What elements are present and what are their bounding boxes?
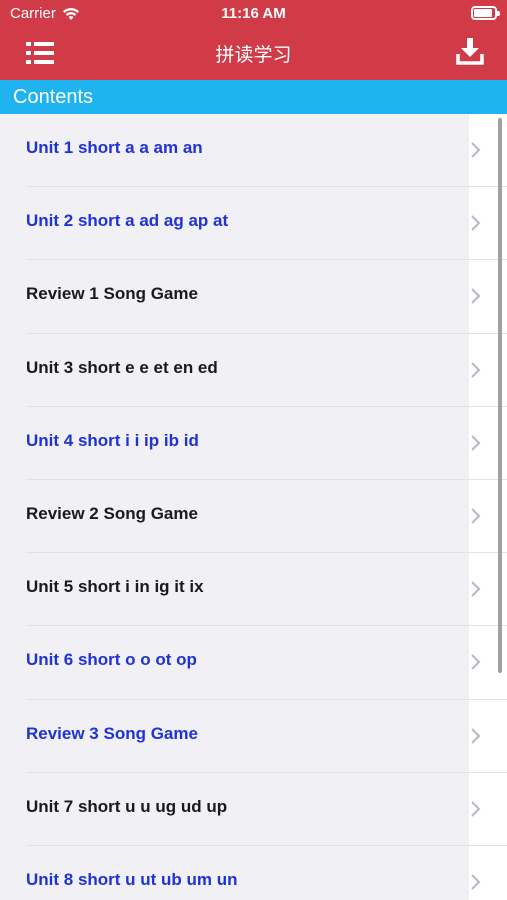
chevron-right-icon: [471, 435, 481, 451]
list-item[interactable]: Unit 2 short a ad ag ap at: [0, 187, 507, 261]
battery-icon: [471, 6, 500, 20]
list-item[interactable]: Unit 4 short i i ip ib id: [0, 406, 507, 480]
chevron-right-icon: [471, 142, 481, 158]
section-header-contents: Contents: [0, 80, 507, 114]
list-item-label: Review 3 Song Game: [26, 723, 198, 743]
chevron-right-icon: [471, 874, 481, 890]
list-item[interactable]: Review 1 Song Game: [0, 260, 507, 334]
chevron-right-icon: [471, 654, 481, 671]
list-item-label: Unit 6 short o o ot op: [26, 650, 197, 670]
list-item[interactable]: Unit 6 short o o ot op: [0, 626, 507, 700]
list-item-label: Unit 8 short u ut ub um un: [26, 869, 238, 889]
scrollbar[interactable]: [498, 118, 502, 673]
list-item-label: Unit 7 short u u ug ud up: [26, 796, 228, 816]
list-item[interactable]: Unit 8 short u ut ub um un: [0, 845, 507, 900]
list-item[interactable]: Unit 7 short u u ug ud up: [0, 772, 507, 846]
list-item-label: Unit 4 short i i ip ib id: [26, 430, 199, 450]
chevron-right-icon: [471, 727, 481, 744]
chevron-right-icon: [471, 581, 481, 597]
contents-list: Unit 1 short a a am an Unit 2 short a ad …: [0, 114, 507, 900]
chevron-right-icon: [471, 361, 481, 378]
list-item[interactable]: Review 3 Song Game: [0, 699, 507, 773]
list-item-label: Review 2 Song Game: [26, 503, 198, 523]
page-title: 拼读学习: [215, 44, 292, 66]
list-item[interactable]: Unit 1 short a a am an: [0, 114, 507, 188]
list-item-label: Unit 2 short a ad ag ap at: [26, 211, 229, 231]
status-time: 11:16 AM: [221, 5, 286, 22]
status-bar: Carrier 11:16 AM: [0, 0, 507, 28]
nav-bar: 拼读学习: [0, 28, 507, 80]
list-item-label: Review 1 Song Game: [26, 284, 198, 304]
download-icon[interactable]: [455, 36, 485, 66]
chevron-right-icon: [471, 508, 481, 524]
list-item[interactable]: Unit 3 short e e et en ed: [0, 333, 507, 407]
chevron-right-icon: [471, 215, 481, 231]
list-item-label: Unit 5 short i in ig it ix: [26, 577, 204, 597]
list-item-label: Unit 1 short a a am an: [26, 138, 203, 157]
list-item[interactable]: Unit 5 short i in ig it ix: [0, 553, 507, 627]
chevron-right-icon: [471, 288, 481, 305]
list-item[interactable]: Review 2 Song Game: [0, 479, 507, 554]
chevron-right-icon: [471, 800, 481, 817]
list-item-label: Unit 3 short e e et en ed: [26, 357, 218, 377]
